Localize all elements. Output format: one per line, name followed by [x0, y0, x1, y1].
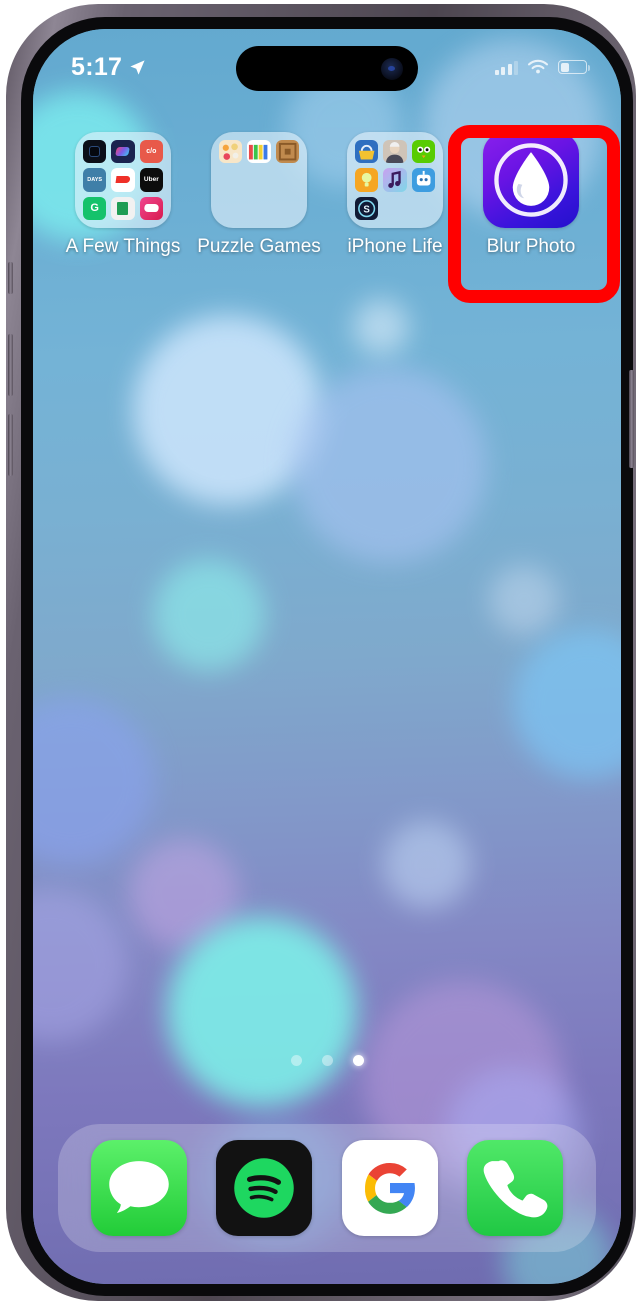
mini-shazam-like-icon [111, 140, 135, 164]
phone-frame: 5:17 c/o DAYS Uber G A Few Things Puzzle… [6, 4, 636, 1301]
mini-empty-slot [383, 197, 406, 220]
mini-dots-puzzle-icon [219, 140, 243, 164]
google-app-icon[interactable] [341, 1140, 438, 1236]
mini-empty-slot [247, 168, 270, 191]
dynamic-island [236, 46, 418, 91]
mini-shortcuts-s-icon: S [355, 196, 379, 220]
front-camera-icon [381, 57, 403, 80]
mini-idea-lightbulb-icon [355, 168, 379, 192]
blur-photo-droplet-icon [494, 143, 568, 217]
page-dot[interactable] [290, 1055, 302, 1066]
mini-empty-slot [247, 197, 270, 220]
folder-icon[interactable]: S [347, 132, 443, 228]
mute-switch-button[interactable] [8, 262, 13, 294]
mini-shopping-basket-icon [355, 140, 379, 164]
mini-uber-icon: Uber [139, 168, 163, 192]
power-button[interactable] [629, 370, 634, 468]
mini-days-icon: DAYS [83, 168, 107, 192]
phone-app-icon[interactable] [467, 1140, 564, 1236]
mini-watch-icon [83, 140, 107, 164]
folder-puzzle-games[interactable]: Puzzle Games [191, 132, 327, 258]
mini-robot-chat-icon [411, 168, 435, 192]
phone-screen: 5:17 c/o DAYS Uber G A Few Things Puzzle… [33, 29, 621, 1284]
app-label: iPhone Life [347, 236, 443, 257]
app-label: Blur Photo [486, 236, 576, 257]
mini-wood-blocks-icon [275, 140, 299, 164]
folder-a-few-things[interactable]: c/o DAYS Uber G A Few Things [55, 132, 191, 258]
volume-up-button[interactable] [8, 334, 13, 396]
mini-delta-icon [139, 196, 163, 220]
mini-empty-slot [412, 197, 435, 220]
status-bar-right [494, 59, 590, 76]
mini-grammarly-icon: G [83, 196, 107, 220]
folder-icon[interactable]: c/o DAYS Uber G [75, 132, 171, 228]
cellular-signal-icon [494, 60, 518, 75]
app-label: A Few Things [65, 236, 181, 257]
svg-text:S: S [363, 204, 370, 215]
dock [58, 1124, 596, 1252]
status-bar-left: 5:17 [71, 52, 146, 81]
page-dot[interactable] [321, 1055, 333, 1066]
battery-icon [558, 60, 590, 74]
mini-empty-slot [219, 197, 242, 220]
mini-music-note-icon [383, 168, 407, 192]
mini-empty-slot [276, 168, 299, 191]
mini-duolingo-icon [411, 140, 435, 164]
status-bar-clock: 5:17 [71, 52, 123, 81]
spotify-app-icon[interactable] [216, 1140, 313, 1236]
mini-co-star-icon: c/o [139, 140, 163, 164]
mini-color-sort-icon [247, 140, 271, 164]
folder-iphone-life[interactable]: S iPhone Life [327, 132, 463, 258]
volume-down-button[interactable] [8, 414, 13, 476]
wifi-icon [527, 59, 549, 73]
folder-icon[interactable] [211, 132, 307, 228]
mini-doordash-icon [111, 168, 135, 192]
app-label: Puzzle Games [197, 236, 321, 257]
messages-app-icon[interactable] [90, 1140, 187, 1236]
mini-portrait-photo-icon [383, 140, 407, 164]
page-indicator-dots[interactable] [33, 1055, 621, 1066]
app-grid: c/o DAYS Uber G A Few Things Puzzle Game… [33, 132, 621, 258]
page-dot-active[interactable] [352, 1055, 364, 1066]
mini-empty-slot [219, 168, 242, 191]
location-arrow-icon [130, 59, 145, 75]
mini-empty-slot [276, 197, 299, 220]
app-blur-photo[interactable]: Blur Photo [463, 132, 599, 258]
mini-google-sheets-icon [111, 196, 135, 220]
blur-photo-icon[interactable] [483, 132, 579, 228]
